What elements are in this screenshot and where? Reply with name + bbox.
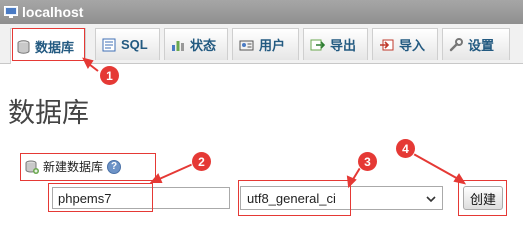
annotation-marker-3: 3 (358, 152, 377, 171)
annotation-marker-2: 2 (192, 152, 211, 171)
annotation-marker-1: 1 (100, 66, 119, 85)
annotation-arrows (82, 57, 467, 189)
annotation-marker-4: 4 (396, 139, 415, 158)
